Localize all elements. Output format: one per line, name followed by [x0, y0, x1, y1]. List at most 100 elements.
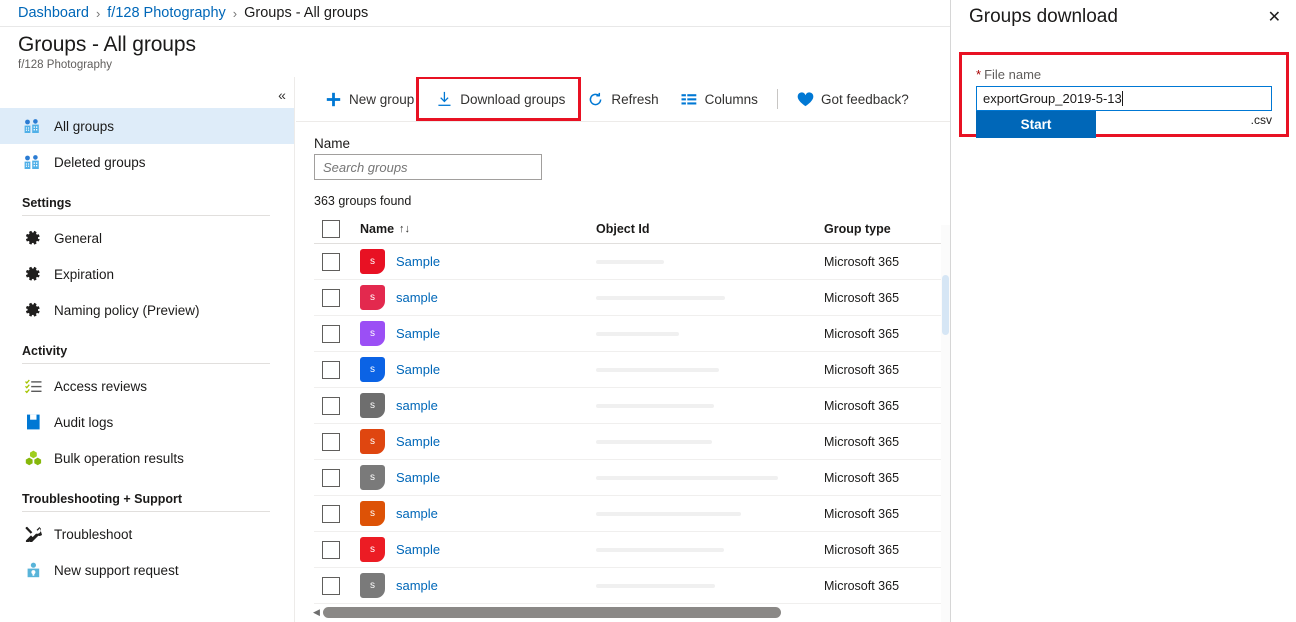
breadcrumb-item-dashboard[interactable]: Dashboard [18, 5, 89, 21]
sidebar-item-naming-policy[interactable]: Naming policy (Preview) [0, 292, 294, 328]
row-checkbox[interactable] [322, 325, 340, 343]
object-id-cell [596, 440, 824, 444]
table-row[interactable]: s Sample Microsoft 365 [314, 316, 950, 352]
column-header-group-type[interactable]: Group type [824, 222, 950, 236]
sidebar-divider [22, 215, 270, 216]
column-header-name[interactable]: Name ↑↓ [360, 222, 596, 236]
row-checkbox[interactable] [322, 397, 340, 415]
close-icon[interactable]: ✕ [1265, 6, 1284, 30]
row-checkbox[interactable] [322, 541, 340, 559]
row-select-cell [314, 397, 360, 415]
sidebar-item-expiration[interactable]: Expiration [0, 256, 294, 292]
refresh-button[interactable]: Refresh [576, 83, 669, 115]
group-name-link[interactable]: Sample [396, 434, 440, 449]
select-all-cell [314, 220, 360, 238]
sidebar-item-all-groups[interactable]: All groups [0, 108, 294, 144]
row-checkbox[interactable] [322, 289, 340, 307]
row-select-cell [314, 577, 360, 595]
table-row[interactable]: s Sample Microsoft 365 [314, 532, 950, 568]
row-checkbox[interactable] [322, 253, 340, 271]
group-type-cell: Microsoft 365 [824, 579, 950, 593]
group-name-link[interactable]: sample [396, 398, 438, 413]
avatar: s [360, 501, 385, 526]
table-row[interactable]: s Sample Microsoft 365 [314, 424, 950, 460]
vertical-scrollbar[interactable] [941, 225, 950, 622]
sidebar-item-troubleshoot[interactable]: Troubleshoot [0, 516, 294, 552]
sidebar-item-audit-logs[interactable]: Audit logs [0, 404, 294, 440]
column-header-object-id-label: Object Id [596, 222, 649, 236]
sidebar-item-deleted-groups[interactable]: Deleted groups [0, 144, 294, 180]
row-select-cell [314, 433, 360, 451]
row-checkbox[interactable] [322, 433, 340, 451]
column-header-object-id[interactable]: Object Id [596, 222, 824, 236]
object-id-value [596, 584, 715, 588]
avatar: s [360, 393, 385, 418]
row-select-cell [314, 469, 360, 487]
row-checkbox[interactable] [322, 577, 340, 595]
row-checkbox[interactable] [322, 505, 340, 523]
row-select-cell [314, 289, 360, 307]
new-group-button[interactable]: New group [314, 83, 425, 115]
table-row[interactable]: s Sample Microsoft 365 [314, 460, 950, 496]
heart-icon [797, 91, 814, 108]
search-field-label: Name [314, 136, 950, 151]
group-name-cell: s sample [360, 393, 596, 418]
start-button[interactable]: Start [976, 111, 1096, 138]
sidebar-item-access-reviews[interactable]: Access reviews [0, 368, 294, 404]
sidebar-item-general[interactable]: General [0, 220, 294, 256]
file-name-input[interactable]: exportGroup_2019-5-13 [976, 86, 1272, 111]
table-row[interactable]: s Sample Microsoft 365 [314, 352, 950, 388]
column-header-name-label: Name [360, 222, 394, 236]
group-name-cell: s Sample [360, 321, 596, 346]
group-name-link[interactable]: Sample [396, 542, 440, 557]
sidebar-item-label: Naming policy (Preview) [54, 303, 200, 318]
table-row[interactable]: s Sample Microsoft 365 [314, 244, 950, 280]
group-name-link[interactable]: sample [396, 290, 438, 305]
group-name-link[interactable]: Sample [396, 254, 440, 269]
toolbar-divider [777, 89, 778, 109]
group-name-cell: s Sample [360, 249, 596, 274]
group-name-link[interactable]: Sample [396, 362, 440, 377]
collapse-sidebar-button[interactable]: « [270, 84, 294, 106]
breadcrumb-item-current: Groups - All groups [244, 5, 368, 21]
object-id-value [596, 368, 719, 372]
group-name-link[interactable]: Sample [396, 326, 440, 341]
new-group-label: New group [349, 92, 414, 107]
horizontal-scrollbar-track[interactable] [323, 607, 950, 618]
group-name-link[interactable]: sample [396, 578, 438, 593]
avatar: s [360, 285, 385, 310]
cubes-icon [22, 449, 44, 467]
horizontal-scrollbar[interactable]: ◀ [310, 605, 950, 619]
results-count: 363 groups found [314, 194, 950, 208]
search-input[interactable] [314, 154, 542, 180]
group-name-link[interactable]: sample [396, 506, 438, 521]
table-header-row: Name ↑↓ Object Id Group type [314, 214, 950, 244]
columns-button[interactable]: Columns [670, 83, 769, 115]
breadcrumb-item-tenant[interactable]: f/128 Photography [107, 5, 226, 21]
table-row[interactable]: s sample Microsoft 365 [314, 496, 950, 532]
row-checkbox[interactable] [322, 469, 340, 487]
object-id-value [596, 548, 724, 552]
row-select-cell [314, 325, 360, 343]
breadcrumb: Dashboard › f/128 Photography › Groups -… [0, 0, 950, 27]
panel-header: Groups download ✕ [951, 0, 1296, 30]
table-row[interactable]: s sample Microsoft 365 [314, 388, 950, 424]
vertical-scrollbar-thumb[interactable] [942, 275, 949, 335]
select-all-checkbox[interactable] [322, 220, 340, 238]
group-name-link[interactable]: Sample [396, 470, 440, 485]
table-row[interactable]: s sample Microsoft 365 [314, 280, 950, 316]
got-feedback-button[interactable]: Got feedback? [786, 83, 920, 115]
table-row[interactable]: s sample Microsoft 365 [314, 568, 950, 604]
columns-label: Columns [705, 92, 758, 107]
sidebar-item-label: All groups [54, 119, 114, 134]
sidebar-item-bulk-operation-results[interactable]: Bulk operation results [0, 440, 294, 476]
horizontal-scrollbar-thumb[interactable] [323, 607, 781, 618]
row-checkbox[interactable] [322, 361, 340, 379]
group-name-cell: s sample [360, 285, 596, 310]
download-groups-button[interactable]: Download groups [425, 83, 576, 115]
scroll-left-arrow-icon[interactable]: ◀ [310, 607, 323, 618]
sidebar-item-new-support-request[interactable]: New support request [0, 552, 294, 588]
avatar: s [360, 537, 385, 562]
object-id-value [596, 296, 725, 300]
row-select-cell [314, 253, 360, 271]
